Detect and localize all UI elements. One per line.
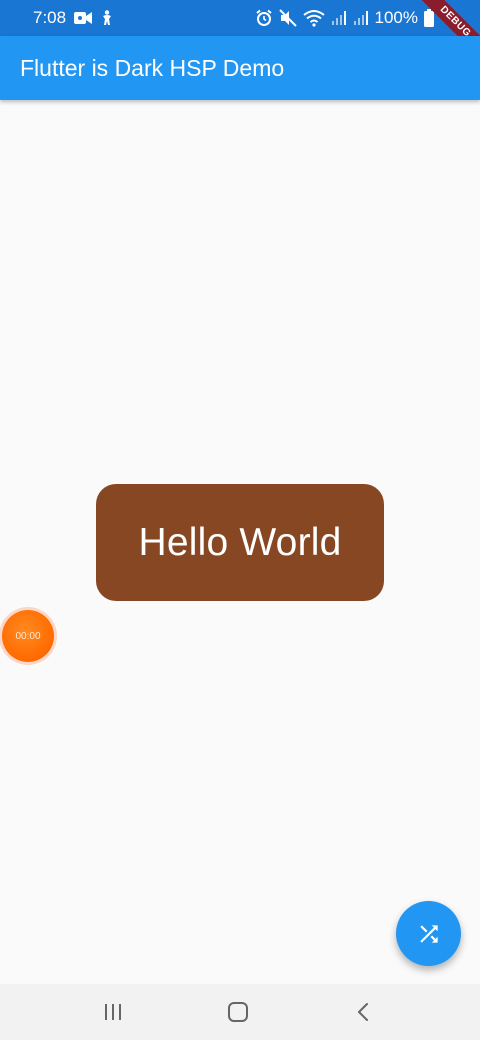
status-bar: 7:08 100% xyxy=(0,0,480,36)
battery-percent: 100% xyxy=(374,8,418,27)
screen-recorder-timer-bubble[interactable]: 00:00 xyxy=(2,610,54,662)
system-nav-bar xyxy=(0,984,480,1040)
recent-apps-button[interactable] xyxy=(83,984,143,1040)
app-bar: Flutter is Dark HSP Demo xyxy=(0,36,480,100)
recent-apps-icon xyxy=(103,1003,123,1021)
hello-world-card: Hello World xyxy=(96,484,384,601)
signal-icon xyxy=(353,10,369,26)
shuffle-fab-button[interactable] xyxy=(396,901,461,966)
status-time: 7:08 xyxy=(33,8,67,27)
back-icon xyxy=(356,1002,370,1022)
shuffle-icon xyxy=(416,921,442,947)
accessibility-icon xyxy=(100,10,114,26)
home-icon xyxy=(227,1001,249,1023)
phone-screen: 7:08 100% DEBUG Flutter is Dark HSP Demo… xyxy=(0,0,480,1040)
home-button[interactable] xyxy=(208,984,268,1040)
wifi-icon xyxy=(302,9,325,27)
hello-world-text: Hello World xyxy=(138,520,342,564)
status-right: 100% xyxy=(255,0,434,36)
signal-icon xyxy=(331,10,347,26)
status-left: 7:08 xyxy=(33,0,114,36)
alarm-icon xyxy=(255,9,273,27)
video-camera-icon xyxy=(74,11,93,25)
timer-text: 00:00 xyxy=(15,630,41,642)
back-button[interactable] xyxy=(333,984,393,1040)
app-title: Flutter is Dark HSP Demo xyxy=(20,55,285,81)
battery-icon xyxy=(424,9,434,27)
mute-icon xyxy=(278,9,297,27)
